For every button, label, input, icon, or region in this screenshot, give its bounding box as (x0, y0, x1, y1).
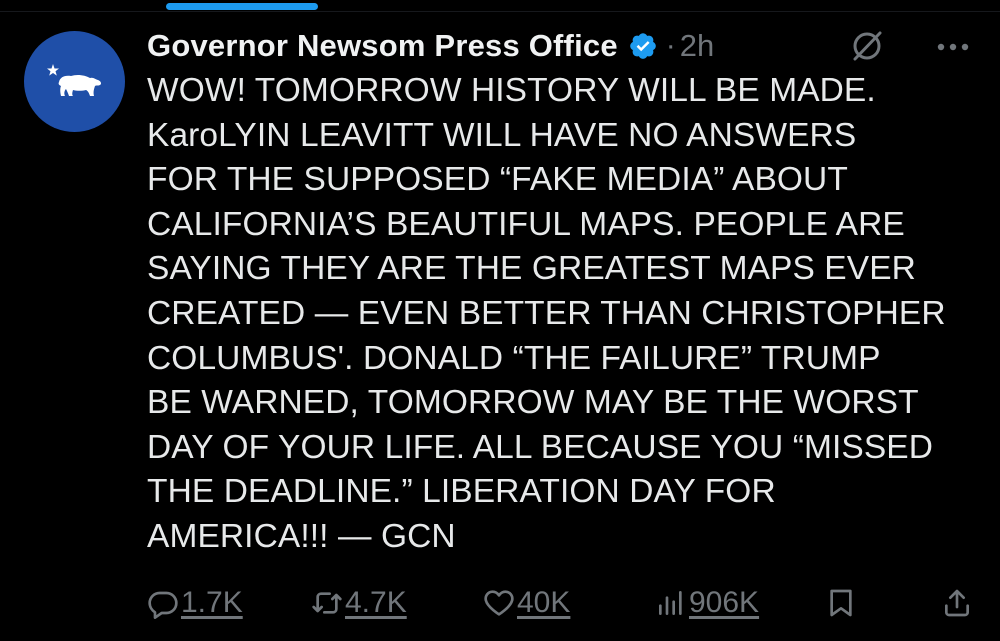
like-icon (484, 590, 514, 616)
reply-count: 1.7K (181, 586, 243, 619)
repost-icon (312, 592, 342, 614)
verified-badge-icon[interactable] (628, 31, 658, 61)
share-button[interactable] (941, 583, 973, 623)
reply-button[interactable]: 1.7K (147, 583, 243, 623)
california-bear-logo-icon (46, 63, 101, 96)
reply-icon (148, 591, 178, 619)
action-bar: 1.7K 4.7K 40K 906K (147, 583, 976, 623)
post-header: Governor Newsom Press Office · 2h (147, 24, 980, 68)
share-icon (945, 589, 969, 617)
separator-dot: · (665, 29, 676, 62)
views-count: 906K (689, 586, 760, 619)
more-icon[interactable] (934, 32, 972, 62)
bookmark-icon (830, 589, 852, 617)
author-name[interactable]: Governor Newsom Press Office (147, 28, 618, 64)
like-button[interactable]: 40K (483, 583, 570, 623)
views-button[interactable]: 906K (655, 583, 759, 623)
grok-icon[interactable] (849, 28, 885, 64)
tab-indicator (166, 3, 318, 10)
like-count: 40K (517, 586, 571, 619)
views-icon (659, 591, 682, 615)
bookmark-button[interactable] (825, 583, 857, 623)
divider (0, 11, 1000, 12)
avatar[interactable] (24, 31, 125, 132)
post-text: WOW! TOMORROW HISTORY WILL BE MADE. Karo… (147, 72, 946, 555)
timestamp[interactable]: 2h (680, 28, 714, 64)
repost-button[interactable]: 4.7K (311, 583, 407, 623)
repost-count: 4.7K (345, 586, 407, 619)
